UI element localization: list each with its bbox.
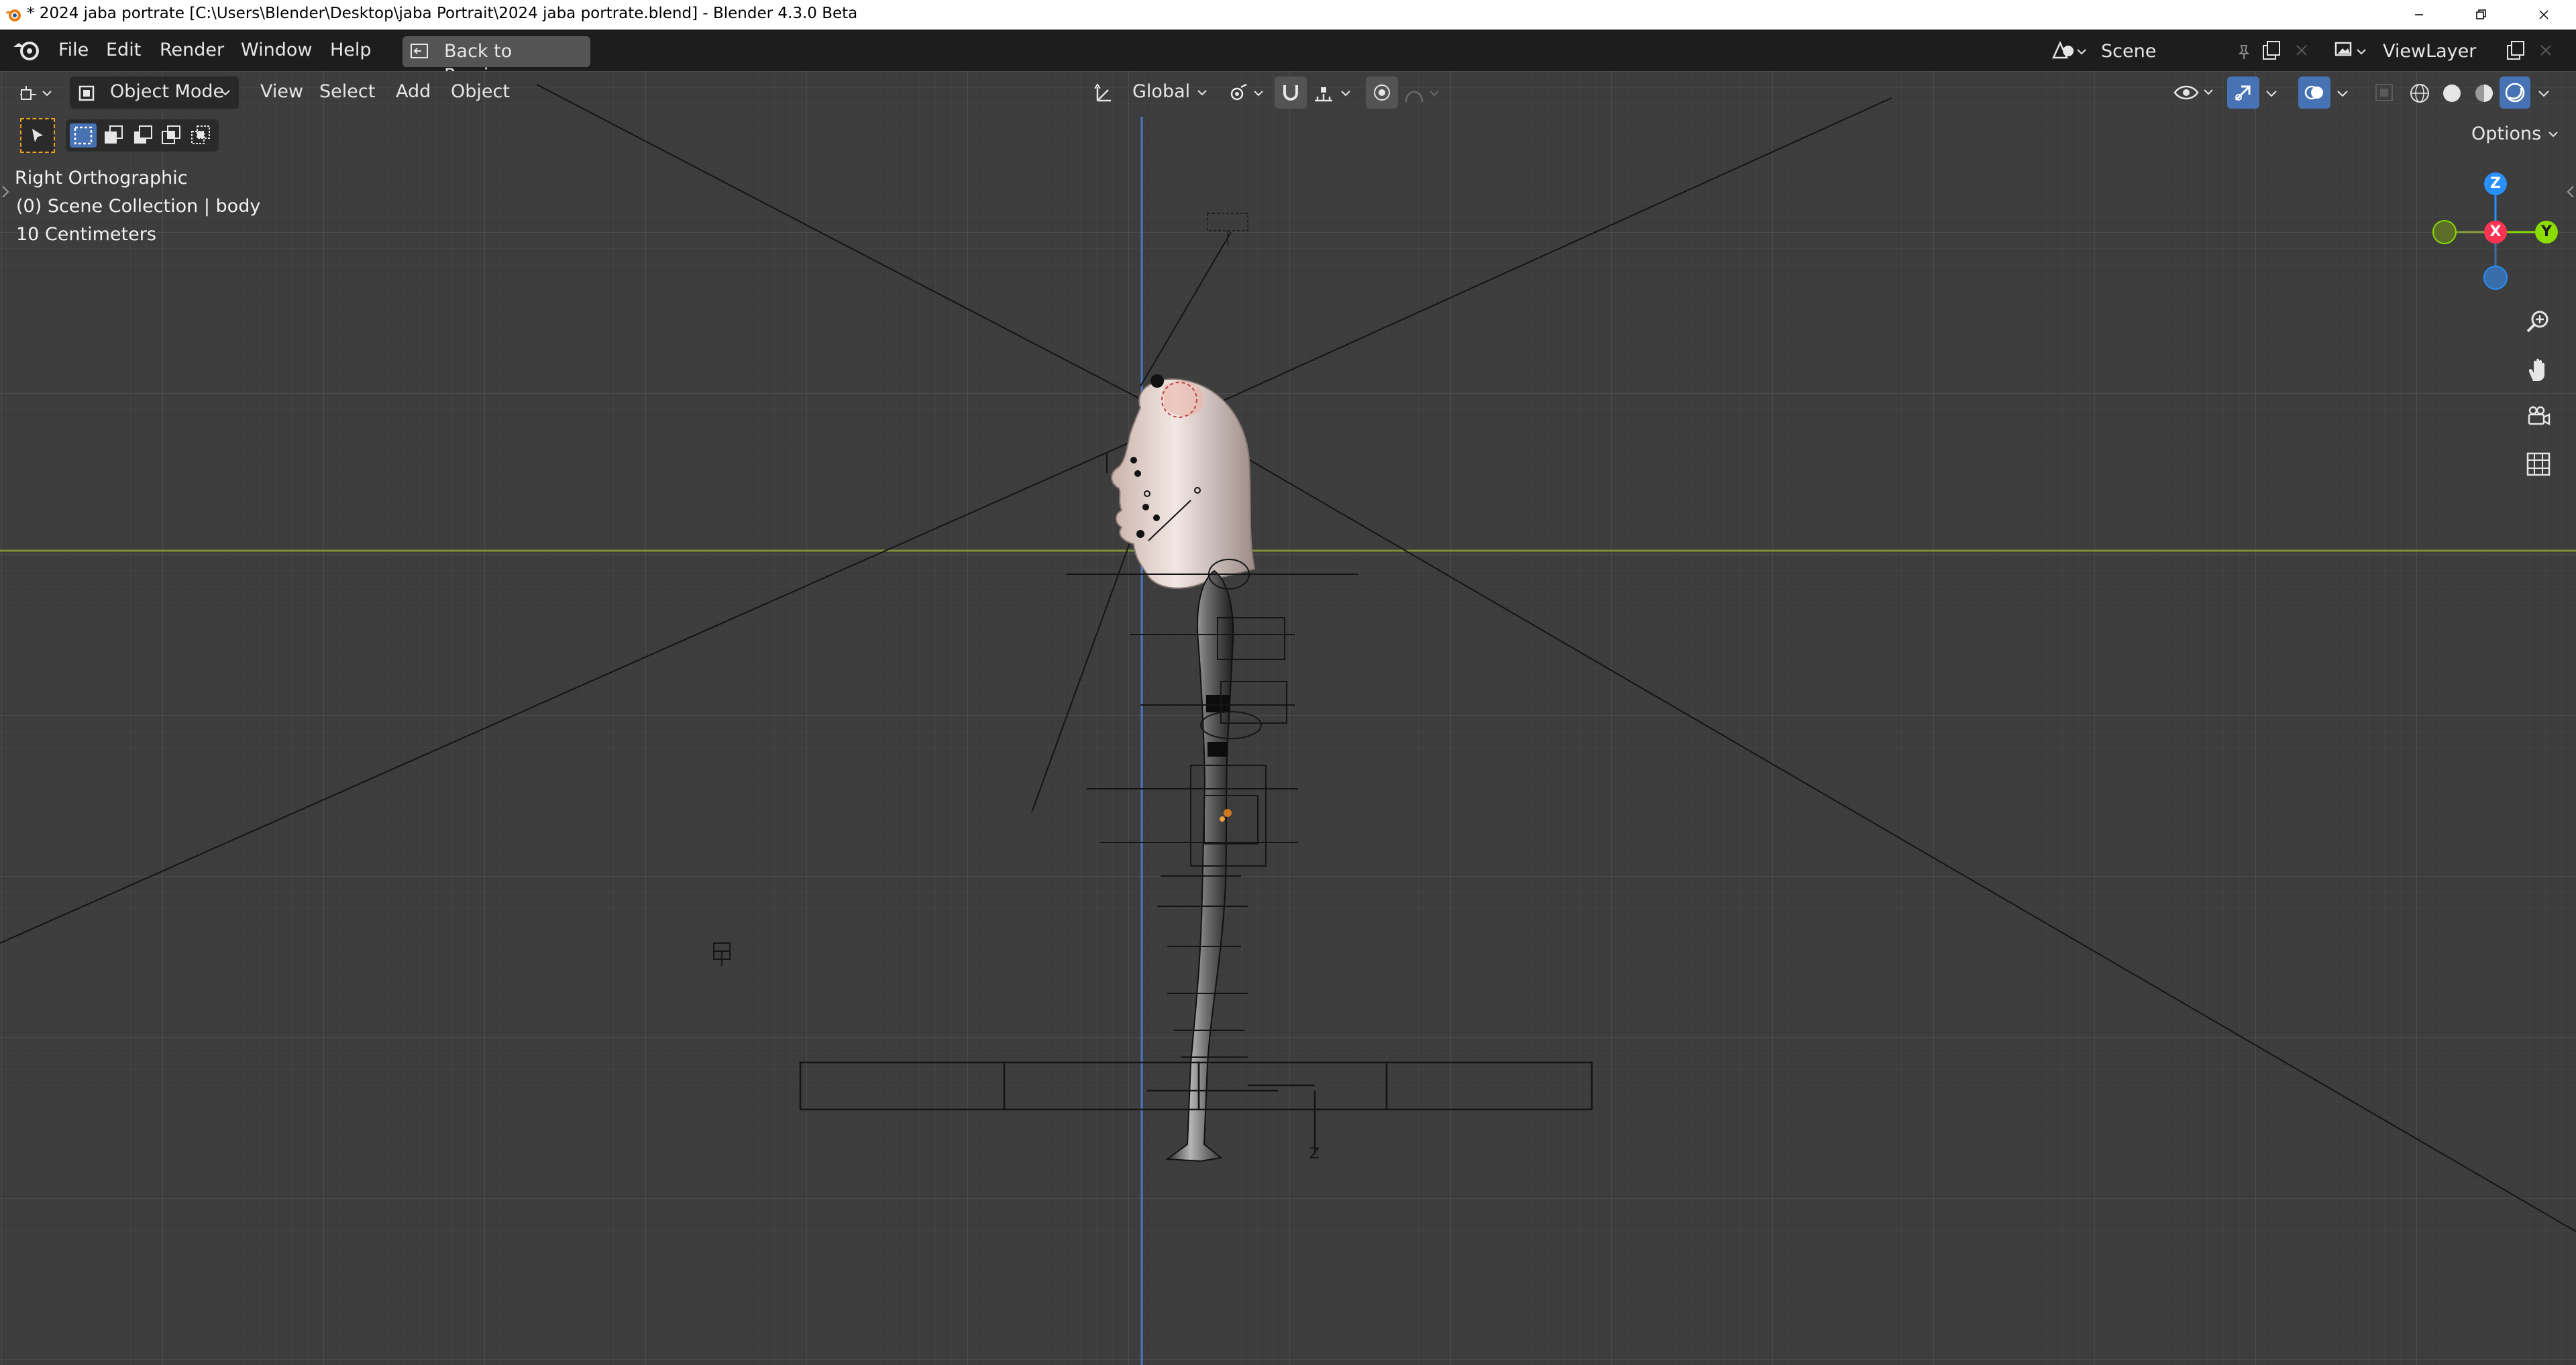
viewport-header: Object Mode View Select Add Object Globa… xyxy=(0,71,2576,114)
pan-hand-icon[interactable] xyxy=(2518,350,2559,390)
cursor-arrow-icon xyxy=(32,129,43,142)
scene-name-field[interactable]: Scene xyxy=(2093,36,2259,67)
transform-orientation-selector[interactable]: Global xyxy=(1087,76,1214,109)
orientation-global-icon xyxy=(1094,83,1111,102)
mode-label: Object Mode xyxy=(110,81,225,102)
selection-mode-group xyxy=(66,119,219,152)
restore-icon xyxy=(2476,9,2486,19)
empty-axis-label: Z xyxy=(1309,1146,1320,1162)
view-layer-field[interactable]: ViewLayer xyxy=(2375,36,2512,67)
gizmo-y-label: Y xyxy=(2541,223,2552,240)
restore-button[interactable] xyxy=(2449,0,2513,30)
select-invert-icon[interactable] xyxy=(158,123,185,148)
zoom-icon[interactable] xyxy=(2518,302,2559,342)
rendered-shading-icon xyxy=(2505,83,2525,103)
window-title: * 2024 jaba portrate [C:\Users\Blender\D… xyxy=(27,5,858,22)
minimize-button[interactable] xyxy=(2387,0,2451,30)
3d-viewport[interactable]: Z Object Mode View Select Add Object Glo… xyxy=(0,71,2576,1365)
chevron-down-icon[interactable] xyxy=(2536,86,2552,102)
gizmo-z-axis[interactable]: Z xyxy=(2484,172,2507,195)
overlays-icon xyxy=(2304,85,2323,100)
options-dropdown[interactable]: Options xyxy=(2462,118,2569,150)
blender-logo-icon xyxy=(5,9,21,21)
orthographic-grid-icon[interactable] xyxy=(2518,444,2559,484)
menu-render[interactable]: Render xyxy=(160,38,224,62)
gizmo-x-label: X xyxy=(2489,223,2502,240)
gizmo-y-axis[interactable]: Y xyxy=(2535,221,2558,243)
delete-view-layer-icon[interactable] xyxy=(2537,42,2555,59)
snap-increment-icon xyxy=(1315,87,1350,102)
active-collection-text: (0) Scene Collection | body xyxy=(16,196,261,217)
sidebar-expand-icon[interactable] xyxy=(2563,178,2576,205)
view-layer-name: ViewLayer xyxy=(2383,41,2477,62)
menu-select[interactable]: Select xyxy=(319,80,375,104)
close-icon xyxy=(2539,10,2548,19)
menu-file[interactable]: File xyxy=(58,38,89,62)
gizmo-z-label: Z xyxy=(2490,175,2501,192)
chevron-down-icon xyxy=(2548,131,2558,138)
select-new-icon[interactable] xyxy=(70,123,97,148)
blender-menu-icon[interactable] xyxy=(12,39,42,62)
solid-shading-icon[interactable] xyxy=(2440,82,2463,105)
new-scene-icon[interactable] xyxy=(2259,39,2284,63)
pin-icon[interactable] xyxy=(2235,43,2253,60)
snap-target-selector[interactable] xyxy=(1309,76,1360,109)
grid-scale-text: 10 Centimeters xyxy=(16,224,156,245)
wireframe-shading-icon[interactable] xyxy=(2408,82,2431,105)
falloff-curve-icon xyxy=(1405,91,1439,103)
pivot-point-selector[interactable] xyxy=(1225,76,1269,109)
options-label: Options xyxy=(2471,123,2542,144)
gizmo-toggle[interactable] xyxy=(2227,76,2259,109)
gizmo-icon xyxy=(2235,85,2251,101)
snap-toggle[interactable] xyxy=(1275,76,1307,109)
menu-window[interactable]: Window xyxy=(241,38,312,62)
back-to-previous-button[interactable]: Back to Previous xyxy=(402,36,590,86)
scene-type-icon[interactable] xyxy=(2049,38,2087,64)
close-window-button[interactable] xyxy=(2512,0,2576,30)
chevron-down-icon[interactable] xyxy=(2334,86,2351,102)
eye-icon xyxy=(2174,85,2213,100)
overlays-toggle[interactable] xyxy=(2298,76,2330,109)
chevron-down-icon xyxy=(221,90,230,96)
select-intersect-icon[interactable] xyxy=(188,123,215,148)
new-view-layer-icon[interactable] xyxy=(2504,39,2528,63)
select-subtract-icon[interactable] xyxy=(130,123,157,148)
magnet-icon xyxy=(1283,85,1298,101)
tweak-tool-button[interactable] xyxy=(20,118,55,153)
visibility-selector[interactable] xyxy=(2171,76,2219,109)
rendered-shading-toggle[interactable] xyxy=(2500,76,2530,109)
editor-type-selector[interactable] xyxy=(12,76,60,109)
delete-scene-icon[interactable] xyxy=(2293,42,2310,59)
object-mode-icon xyxy=(78,85,95,101)
mode-selector[interactable]: Object Mode xyxy=(70,76,239,109)
viewport-scene xyxy=(0,71,2576,1365)
select-extend-icon[interactable] xyxy=(101,123,127,148)
material-preview-icon[interactable] xyxy=(2473,82,2496,105)
camera-view-icon[interactable] xyxy=(2518,397,2559,437)
back-fullscreen-icon xyxy=(411,44,428,58)
view-name-text: Right Orthographic xyxy=(15,168,188,188)
xray-toggle-icon[interactable] xyxy=(2373,82,2395,103)
gizmo-x-axis[interactable]: X xyxy=(2484,221,2507,243)
minimize-icon xyxy=(2415,14,2423,15)
navigation-gizmo[interactable]: Z Y X xyxy=(2428,165,2563,299)
title-bar: * 2024 jaba portrate [C:\Users\Blender\D… xyxy=(0,0,2576,30)
top-bar: File Edit Render Window Help Back to Pre… xyxy=(0,30,2576,86)
chevron-down-icon[interactable] xyxy=(2263,86,2279,102)
scene-name: Scene xyxy=(2101,41,2157,62)
toolbar-expand-icon[interactable] xyxy=(0,178,13,205)
menu-view[interactable]: View xyxy=(260,80,303,104)
menu-help[interactable]: Help xyxy=(330,38,372,62)
menu-edit[interactable]: Edit xyxy=(106,38,141,62)
chevron-down-icon xyxy=(1197,90,1207,96)
menu-add[interactable]: Add xyxy=(396,80,431,104)
pivot-point-icon xyxy=(1230,83,1263,101)
orientation-label: Global xyxy=(1132,81,1191,102)
menu-object[interactable]: Object xyxy=(451,80,510,104)
view-layer-icon[interactable] xyxy=(2332,38,2369,64)
editor-type-icon xyxy=(20,86,52,100)
proportional-editing-icon xyxy=(1374,85,1390,101)
proportional-falloff-selector[interactable] xyxy=(1402,76,1445,109)
proportional-editing-toggle[interactable] xyxy=(1366,76,1398,109)
